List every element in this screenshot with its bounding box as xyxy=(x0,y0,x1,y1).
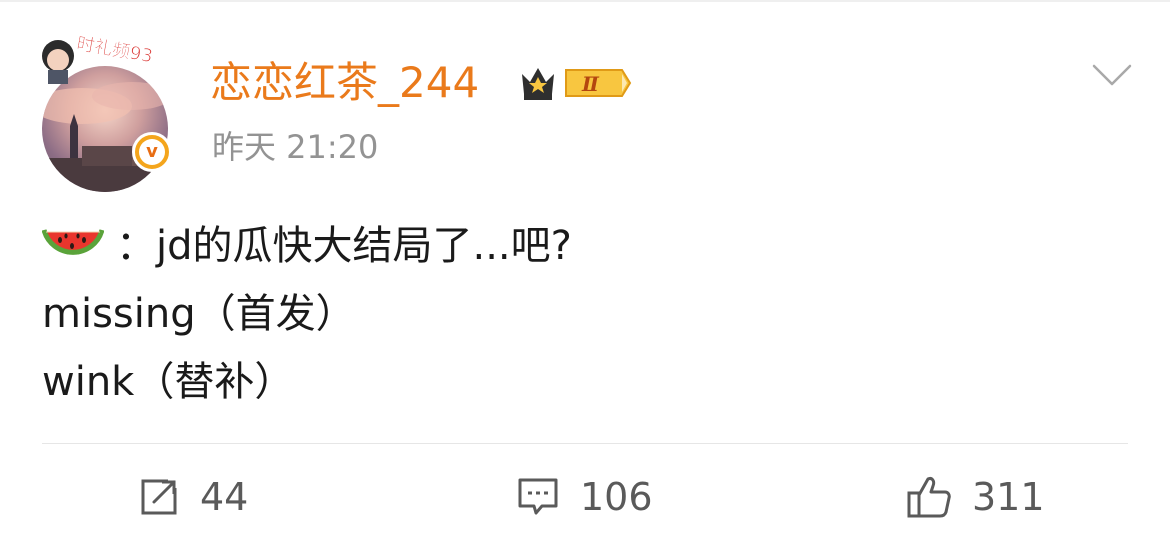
avatar[interactable]: 时礼频93 v xyxy=(36,26,176,192)
body-line-1-text: ：jd的瓜快大结局了...吧? xyxy=(116,223,572,269)
top-divider xyxy=(0,0,1170,2)
member-crown-icon[interactable]: Ⅱ xyxy=(516,60,632,106)
repost-count: 44 xyxy=(200,475,249,519)
watermelon-emoji-icon xyxy=(42,229,104,255)
comment-count: 106 xyxy=(580,475,653,519)
comment-button[interactable]: 106 xyxy=(516,468,653,526)
body-line-2: missing（首发） xyxy=(42,291,356,337)
verified-badge-icon: v xyxy=(132,132,172,172)
action-divider xyxy=(42,443,1128,444)
chevron-down-icon[interactable] xyxy=(1090,60,1134,90)
body-line-3: wink（替补） xyxy=(42,359,295,405)
comment-icon xyxy=(518,478,558,515)
avatar-pendant-text: 时礼频93 xyxy=(75,33,154,67)
avatar-pendant: 时礼频93 xyxy=(42,33,155,84)
repost-button[interactable]: 44 xyxy=(138,468,248,526)
repost-icon xyxy=(141,479,177,515)
post-timestamp: 昨天 21:20 xyxy=(212,128,379,166)
like-button[interactable]: 311 xyxy=(906,468,1045,526)
thumbs-up-icon xyxy=(907,477,951,518)
username[interactable]: 恋恋红茶_244 xyxy=(210,55,479,111)
like-count: 311 xyxy=(972,475,1045,519)
member-level: Ⅱ xyxy=(581,72,600,96)
post-body: ：jd的瓜快大结局了...吧? missing（首发） wink（替补） xyxy=(42,212,572,416)
body-line-1: ：jd的瓜快大结局了...吧? xyxy=(42,212,572,280)
weibo-post-card: 时礼频93 v 恋恋红茶_244 Ⅱ 昨天 21:20 ：jd的瓜快大结局了..… xyxy=(0,0,1170,544)
